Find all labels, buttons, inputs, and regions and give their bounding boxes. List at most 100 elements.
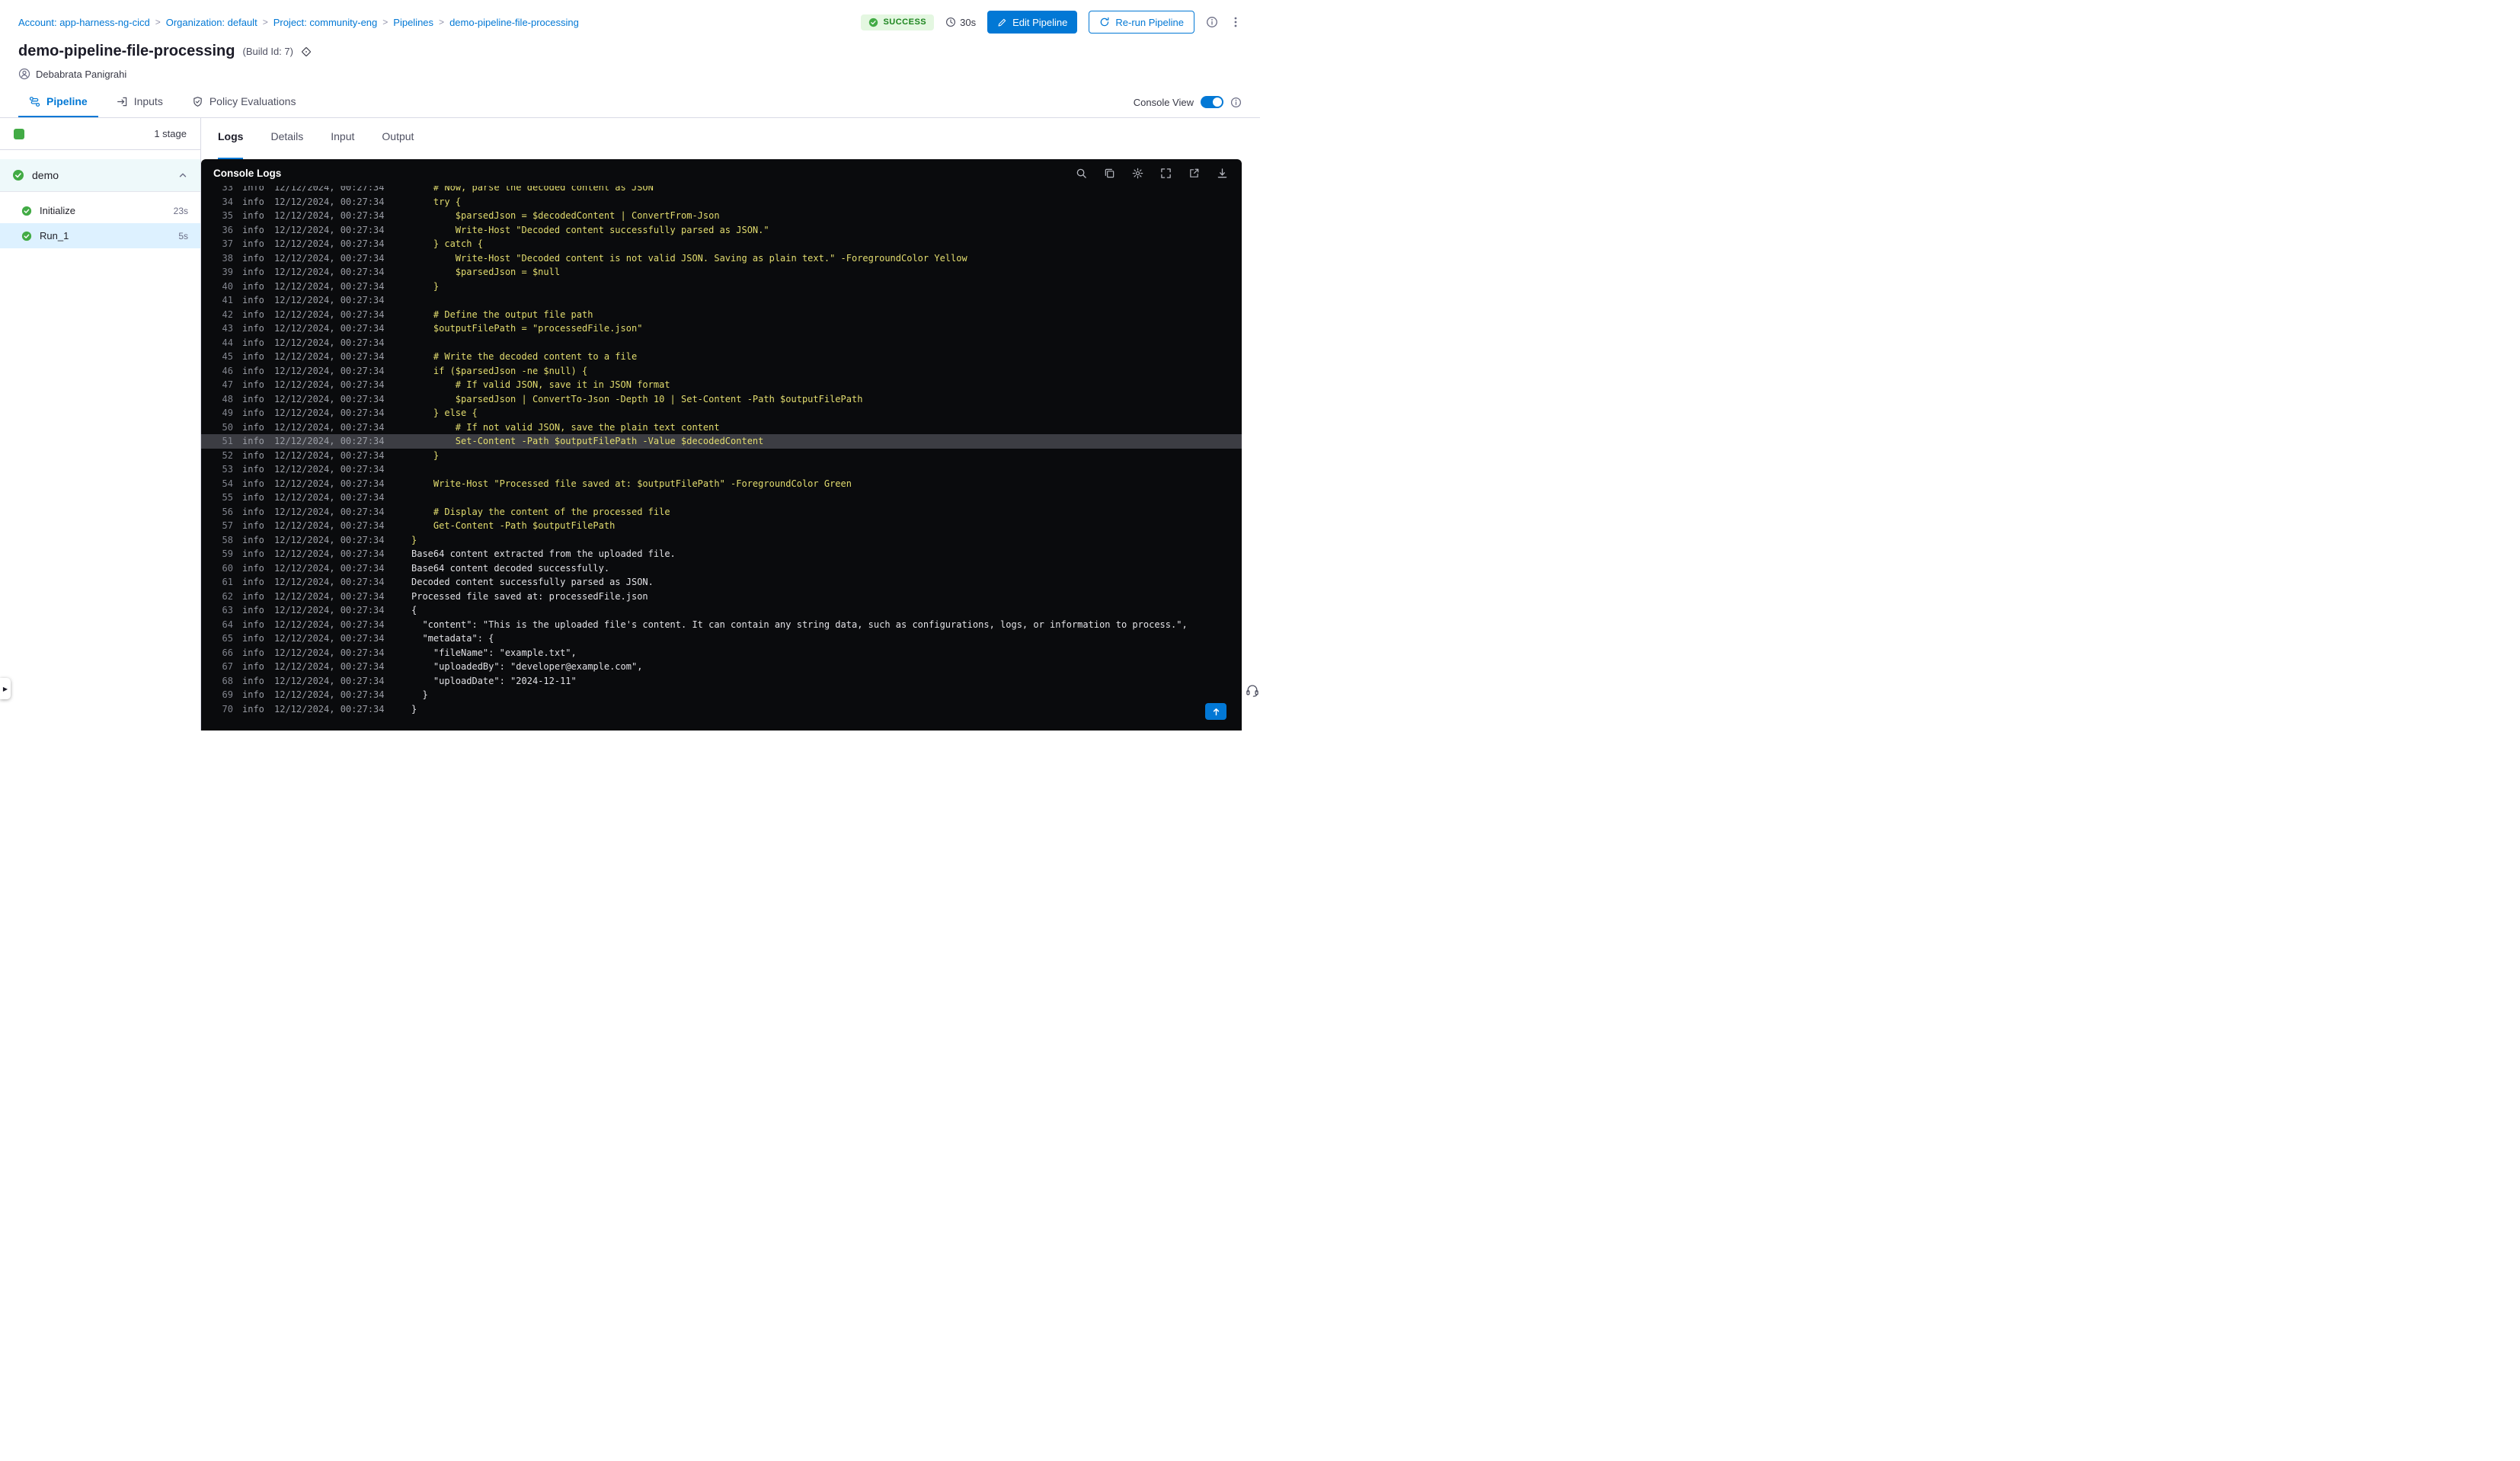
download-icon[interactable] xyxy=(1217,168,1228,179)
log-level: info xyxy=(242,703,264,715)
log-level: info xyxy=(242,478,264,489)
log-message: } catch { xyxy=(411,238,483,249)
breadcrumb-link[interactable]: Account: app-harness-ng-cicd xyxy=(18,17,150,28)
log-line-number: 53 xyxy=(222,464,233,475)
chevron-up-icon[interactable] xyxy=(177,170,188,181)
log-line-number: 51 xyxy=(222,436,233,446)
log-level: info xyxy=(242,309,264,320)
fullscreen-icon[interactable] xyxy=(1160,168,1172,179)
log-message: } xyxy=(411,534,417,545)
pipeline-icon xyxy=(29,96,40,107)
log-level: info xyxy=(242,436,264,446)
log-timestamp: 12/12/2024, 00:27:34 xyxy=(274,267,385,277)
breadcrumb: Account: app-harness-ng-cicd > Organizatio… xyxy=(18,17,579,28)
log-line-number: 41 xyxy=(222,295,233,305)
log-line-number: 33 xyxy=(222,186,233,193)
log-timestamp: 12/12/2024, 00:27:34 xyxy=(274,449,385,461)
log-line-number: 69 xyxy=(222,689,233,700)
breadcrumb-link[interactable]: Project: community-eng xyxy=(273,17,378,28)
log-message: "content": "This is the uploaded file's … xyxy=(411,619,1188,630)
log-message: $parsedJson = $decodedContent | ConvertF… xyxy=(411,210,720,221)
log-tabbar: Logs Details Input Output xyxy=(201,118,1242,159)
stage-count-row: 1 stage xyxy=(0,118,200,150)
log-timestamp: 12/12/2024, 00:27:34 xyxy=(274,520,385,531)
breadcrumb-link[interactable]: demo-pipeline-file-processing xyxy=(449,17,579,28)
log-tab-details[interactable]: Details xyxy=(270,130,303,159)
log-tab-output[interactable]: Output xyxy=(382,130,414,159)
log-level: info xyxy=(242,633,264,644)
tab-policy-evaluations[interactable]: Policy Evaluations xyxy=(181,88,307,117)
user-avatar-icon xyxy=(18,68,30,80)
log-line-number: 68 xyxy=(222,675,233,686)
log-line: 55 info 12/12/2024, 00:27:34 xyxy=(201,491,1242,505)
tag-icon[interactable] xyxy=(301,46,312,57)
log-line: 61 info 12/12/2024, 00:27:34 Decoded con… xyxy=(201,575,1242,590)
kebab-menu-icon[interactable] xyxy=(1230,16,1242,28)
log-timestamp: 12/12/2024, 00:27:34 xyxy=(274,675,385,686)
step-row-run-1[interactable]: Run_1 5s xyxy=(0,223,200,248)
log-line-number: 36 xyxy=(222,224,233,235)
breadcrumb-link[interactable]: Organization: default xyxy=(166,17,257,28)
edit-pipeline-button[interactable]: Edit Pipeline xyxy=(987,11,1078,34)
arrow-up-icon xyxy=(1213,708,1219,715)
check-circle-icon xyxy=(869,18,878,27)
author: Debabrata Panigrahi xyxy=(18,68,1242,80)
open-in-new-icon[interactable] xyxy=(1188,168,1200,179)
log-scroll-area[interactable]: 33 info 12/12/2024, 00:27:34 # Now, pars… xyxy=(201,186,1242,730)
log-level: info xyxy=(242,590,264,602)
inputs-icon xyxy=(117,97,126,106)
log-level: info xyxy=(242,196,264,207)
breadcrumb-separator: > xyxy=(155,17,161,27)
scroll-to-top-button[interactable] xyxy=(1205,703,1226,720)
tab-inputs[interactable]: Inputs xyxy=(106,88,174,117)
settings-icon[interactable] xyxy=(1132,168,1143,179)
execution-info-icon[interactable] xyxy=(1206,16,1218,28)
log-level: info xyxy=(242,605,264,615)
clock-icon xyxy=(946,18,956,27)
log-line: 59 info 12/12/2024, 00:27:34 Base64 cont… xyxy=(201,547,1242,561)
log-tab-input[interactable]: Input xyxy=(331,130,354,159)
tab-pipeline[interactable]: Pipeline xyxy=(18,88,98,117)
stage-name: demo xyxy=(32,169,59,181)
console-view-toggle[interactable] xyxy=(1201,96,1223,108)
log-message: Write-Host "Processed file saved at: $ou… xyxy=(411,478,852,489)
log-level: info xyxy=(242,421,264,433)
log-timestamp: 12/12/2024, 00:27:34 xyxy=(274,309,385,320)
check-circle-icon xyxy=(13,170,24,181)
log-level: info xyxy=(242,351,264,362)
log-level: info xyxy=(242,280,264,292)
log-line-number: 56 xyxy=(222,506,233,517)
log-message: Processed file saved at: processedFile.j… xyxy=(411,590,648,602)
copy-icon[interactable] xyxy=(1104,168,1115,179)
rerun-pipeline-button[interactable]: Re-run Pipeline xyxy=(1089,11,1194,34)
log-line-number: 57 xyxy=(222,520,233,531)
log-line-number: 60 xyxy=(222,562,233,574)
log-message: } else { xyxy=(411,408,478,418)
panel-expand-handle[interactable]: ▶ xyxy=(0,678,11,699)
log-timestamp: 12/12/2024, 00:27:34 xyxy=(274,492,385,503)
log-timestamp: 12/12/2024, 00:27:34 xyxy=(274,238,385,249)
console-title: Console Logs xyxy=(213,168,282,179)
log-level: info xyxy=(242,647,264,658)
log-timestamp: 12/12/2024, 00:27:34 xyxy=(274,351,385,362)
log-level: info xyxy=(242,534,264,545)
log-line: 44 info 12/12/2024, 00:27:34 xyxy=(201,336,1242,350)
log-timestamp: 12/12/2024, 00:27:34 xyxy=(274,337,385,348)
log-timestamp: 12/12/2024, 00:27:34 xyxy=(274,605,385,615)
console-view-info-icon[interactable] xyxy=(1230,97,1242,108)
log-level: info xyxy=(242,238,264,249)
log-message: if ($parsedJson -ne $null) { xyxy=(411,365,588,376)
console-toolbar xyxy=(1076,168,1228,179)
log-line: 70 info 12/12/2024, 00:27:34 } xyxy=(201,702,1242,717)
stage-row-demo[interactable]: demo xyxy=(0,159,200,192)
log-timestamp: 12/12/2024, 00:27:34 xyxy=(274,210,385,221)
log-timestamp: 12/12/2024, 00:27:34 xyxy=(274,703,385,715)
step-row-initialize[interactable]: Initialize 23s xyxy=(0,198,200,223)
breadcrumb-link[interactable]: Pipelines xyxy=(393,17,433,28)
search-icon[interactable] xyxy=(1076,168,1087,179)
console-header: Console Logs xyxy=(201,159,1242,186)
support-headset-icon[interactable] xyxy=(1245,683,1260,702)
log-level: info xyxy=(242,506,264,517)
log-tab-logs[interactable]: Logs xyxy=(218,130,244,159)
log-line: 51 info 12/12/2024, 00:27:34 Set-Content… xyxy=(201,434,1242,449)
